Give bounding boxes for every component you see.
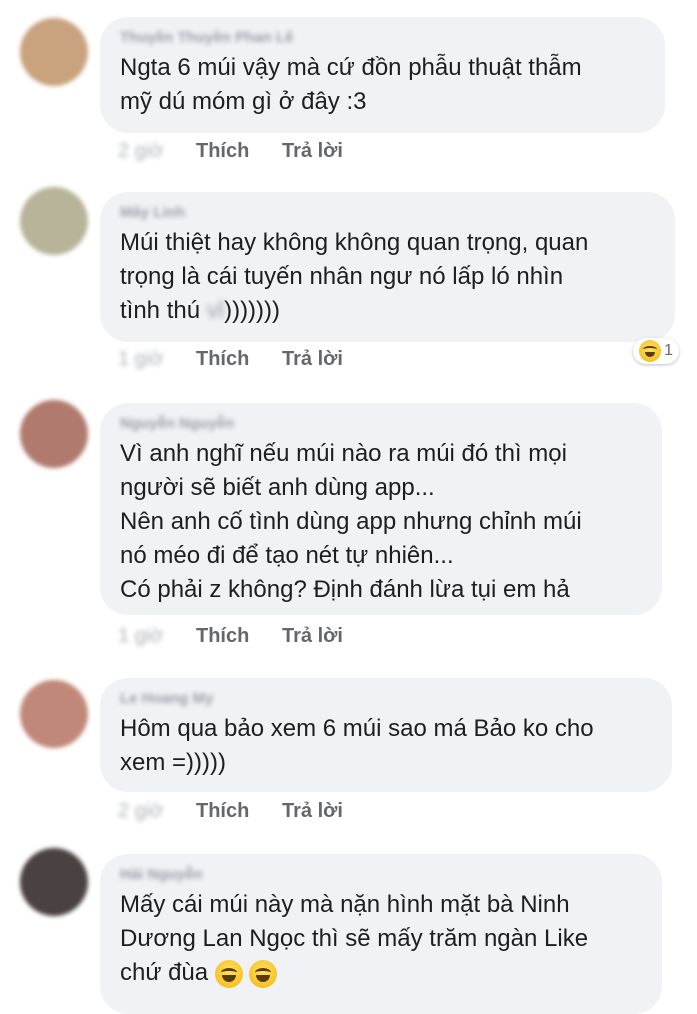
comment-text: Múi thiệt hay không không quan trọng, qu… (120, 226, 655, 328)
reply-button[interactable]: Trả lời (282, 348, 343, 371)
comment-text: Ngta 6 múi vậy mà cứ đồn phẫu thuật thẫm… (120, 54, 582, 115)
avatar[interactable] (20, 18, 88, 86)
reply-button[interactable]: Trả lời (282, 625, 343, 648)
avatar[interactable] (20, 680, 88, 748)
comment-author[interactable]: Nguyễn Nguyễn (120, 413, 642, 435)
comment-actions: 1 giờ Thích Trả lời (118, 621, 343, 651)
haha-emoji-icon (214, 959, 243, 988)
haha-emoji-icon (639, 340, 662, 362)
reaction-count: 1 (664, 342, 673, 359)
comment-actions: 2 giờ Thích Trả lời (118, 136, 343, 166)
comment-actions: 2 giờ Thích Trả lời (118, 796, 343, 826)
comment-time: 1 giờ (118, 624, 164, 647)
comment-author[interactable]: Thuyền Thuyền Phan Lê (120, 27, 645, 49)
comment-bubble: Le Hoang My Hôm qua bảo xem 6 múi sao má… (100, 678, 672, 792)
reply-button[interactable]: Trả lời (282, 140, 343, 163)
comment-author[interactable]: Mây Linh (120, 202, 655, 224)
reply-button[interactable]: Trả lời (282, 800, 343, 823)
comment-text-body: Mấy cái múi này mà nặn hình mặt bà Ninh … (120, 891, 589, 986)
comment-bubble: Nguyễn Nguyễn Vì anh nghĩ nếu múi nào ra… (100, 403, 662, 615)
comment-author[interactable]: Hải Nguyễn (120, 864, 642, 886)
comment-text: Hôm qua bảo xem 6 múi sao má Bảo ko cho … (120, 715, 594, 776)
comment-text-hidden: vl (206, 297, 225, 324)
like-button[interactable]: Thích (196, 140, 282, 163)
haha-emoji-icon (249, 959, 278, 988)
comment-time: 1 giờ (118, 347, 164, 370)
like-button[interactable]: Thích (196, 625, 282, 648)
comment-text-after: ))))))) (224, 297, 281, 324)
comment-text: Mấy cái múi này mà nặn hình mặt bà Ninh … (120, 888, 642, 990)
comment-bubble: Thuyền Thuyền Phan Lê Ngta 6 múi vậy mà … (100, 17, 665, 133)
comment-bubble: Hải Nguyễn Mấy cái múi này mà nặn hình m… (100, 854, 662, 1014)
comment-author[interactable]: Le Hoang My (120, 688, 652, 710)
like-button[interactable]: Thích (196, 800, 282, 823)
comment-text: Vì anh nghĩ nếu múi nào ra múi đó thì mọ… (120, 440, 582, 603)
comment-time: 2 giờ (118, 139, 164, 162)
comment-text-before: Múi thiệt hay không không quan trọng, qu… (120, 229, 589, 324)
avatar[interactable] (20, 187, 88, 255)
reaction-badge[interactable]: 1 (633, 338, 679, 364)
avatar[interactable] (20, 848, 88, 916)
comment-time: 2 giờ (118, 799, 164, 822)
comment-bubble: Mây Linh Múi thiệt hay không không quan … (100, 192, 675, 342)
avatar[interactable] (20, 400, 88, 468)
comment-actions: 1 giờ Thích Trả lời (118, 344, 343, 374)
like-button[interactable]: Thích (196, 348, 282, 371)
